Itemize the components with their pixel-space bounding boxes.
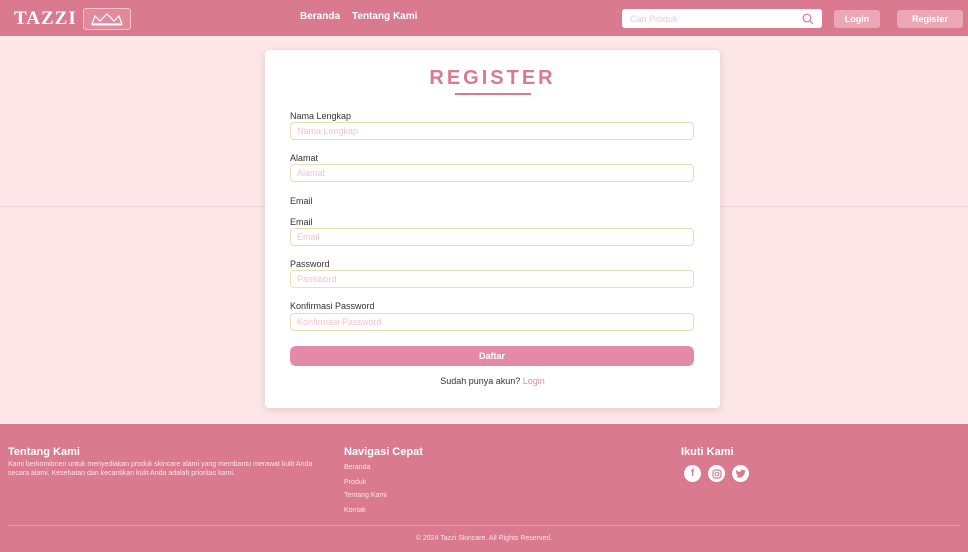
footer-link-kontak[interactable]: Kontak [344, 507, 366, 514]
nav-link-tentang-kami[interactable]: Tentang Kami [352, 11, 417, 22]
main-nav: Beranda Tentang Kami [300, 11, 417, 22]
search-box [622, 9, 822, 28]
footer-about-title: Tentang Kami [8, 446, 80, 458]
login-link[interactable]: Login [523, 376, 545, 386]
footer-link-produk[interactable]: Produk [344, 479, 366, 486]
nav-link-beranda[interactable]: Beranda [300, 11, 340, 22]
instagram-icon[interactable] [708, 465, 725, 482]
login-button[interactable]: Login [834, 10, 880, 28]
footer-link-tentang-kami[interactable]: Tentang Kami [344, 492, 387, 499]
label-email-heading: Email [290, 196, 313, 206]
top-navbar: TAZZI Beranda Tentang Kami Login Registe… [0, 0, 968, 36]
konfirmasi-password-input[interactable] [290, 313, 694, 331]
footer-nav-title: Navigasi Cepat [344, 446, 423, 458]
footer-social-title: Ikuti Kami [681, 446, 734, 458]
login-prompt-text: Sudah punya akun? [440, 376, 521, 386]
brand-logo[interactable]: TAZZI [14, 8, 131, 30]
footer-divider [8, 525, 960, 526]
label-email: Email [290, 217, 313, 227]
footer-link-beranda[interactable]: Beranda [344, 464, 370, 471]
email-input[interactable] [290, 228, 694, 246]
password-input[interactable] [290, 270, 694, 288]
search-icon[interactable] [802, 12, 814, 30]
alamat-input[interactable] [290, 164, 694, 182]
register-title: REGISTER [429, 67, 556, 89]
twitter-icon[interactable] [732, 465, 749, 482]
label-nama-lengkap: Nama Lengkap [290, 111, 352, 121]
brand-name: TAZZI [14, 8, 77, 29]
register-card: REGISTER Nama Lengkap Alamat Email Email… [265, 50, 720, 408]
register-button[interactable]: Register [897, 10, 963, 28]
site-footer: Tentang Kami Kami berkomitmen untuk meny… [0, 424, 968, 552]
daftar-button[interactable]: Daftar [290, 346, 694, 366]
label-password: Password [290, 259, 330, 269]
nama-lengkap-input[interactable] [290, 122, 694, 140]
label-alamat: Alamat [290, 153, 319, 163]
search-input[interactable] [622, 13, 792, 24]
copyright-text: © 2024 Tazzi Skincare. All Rights Reserv… [415, 535, 553, 542]
label-konfirmasi-password: Konfirmasi Password [290, 301, 375, 311]
facebook-icon[interactable]: f [684, 465, 701, 482]
login-prompt-line: Sudah punya akun? Login [265, 376, 720, 386]
footer-about-text: Kami berkomitmen untuk menyediakan produ… [8, 461, 313, 477]
crown-icon [82, 8, 131, 30]
title-underline [455, 93, 531, 95]
